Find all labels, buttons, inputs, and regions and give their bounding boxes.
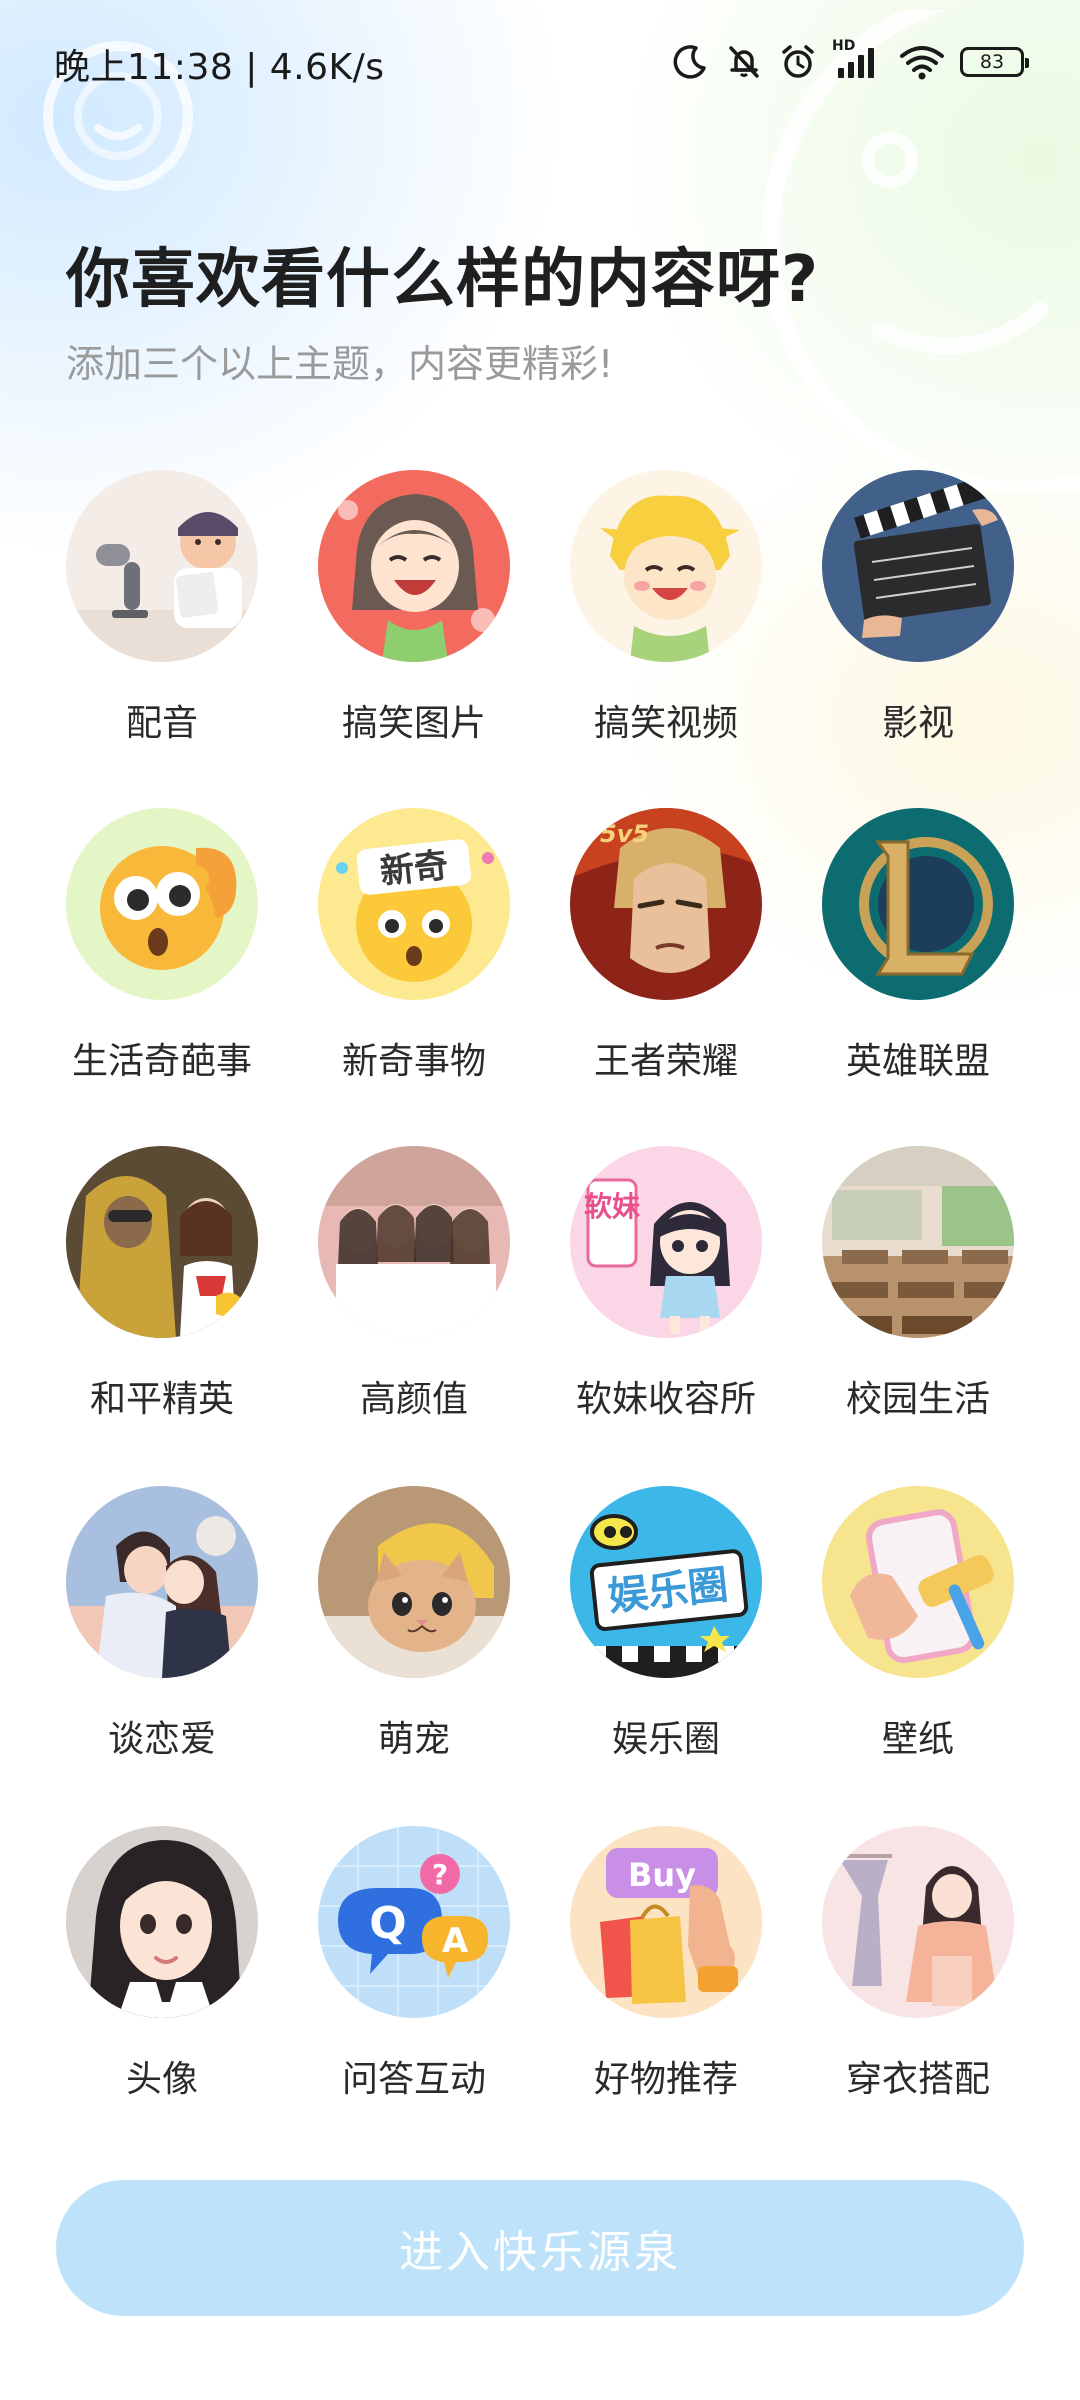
battery-icon: 83 (960, 47, 1029, 77)
topic-label: 萌宠 (377, 1719, 450, 1760)
topic-label: 英雄联盟 (845, 1041, 990, 1082)
honor-of-kings-icon: 5v5 (570, 808, 762, 1000)
wifi-icon (900, 46, 944, 80)
topic-item-recommendations[interactable]: Buy 好物推荐 (556, 1826, 776, 2126)
entertainment-icon: 娱乐圈 (570, 1486, 762, 1678)
topic-label: 和平精英 (89, 1379, 234, 1420)
topic-label: 壁纸 (881, 1719, 954, 1760)
kitten-icon (318, 1486, 510, 1678)
topic-item-dubbing[interactable]: 配音 (52, 470, 272, 770)
avatar-portrait-icon (66, 1826, 258, 2018)
couple-icon (66, 1486, 258, 1678)
topic-item-cute-girl[interactable]: 软妹 软妹收容所 (556, 1146, 776, 1446)
topic-item-entertainment[interactable]: 娱乐圈 娱乐圈 (556, 1486, 776, 1786)
qa-q-text: Q (369, 1898, 406, 1949)
topic-item-campus-life[interactable]: 校园生活 (808, 1146, 1028, 1446)
surprised-ear-emoji-icon (66, 808, 258, 1000)
outfit-icon (822, 1826, 1014, 2018)
cute-girl-icon: 软妹 (570, 1146, 762, 1338)
topic-item-league-of-legends[interactable]: 英雄联盟 (808, 808, 1028, 1108)
topic-label: 娱乐圈 (611, 1719, 720, 1760)
topic-item-qa[interactable]: Q ? A 问答互动 (304, 1826, 524, 2126)
topic-label: 校园生活 (845, 1379, 990, 1420)
dubbing-icon (66, 470, 258, 662)
topic-item-wallpaper[interactable]: 壁纸 (808, 1486, 1028, 1786)
topic-label: 配音 (125, 703, 198, 744)
enter-button[interactable]: 进入快乐源泉 (56, 2180, 1024, 2316)
alarm-clock-icon (782, 45, 814, 78)
topic-item-weird-life[interactable]: 生活奇葩事 (52, 808, 272, 1108)
page-title: 你喜欢看什么样的内容呀? (66, 243, 820, 317)
topic-label: 穿衣搭配 (845, 2059, 990, 2100)
topic-label: 谈恋爱 (107, 1719, 216, 1760)
qa-a-text: A (442, 1921, 469, 1961)
topic-item-novelty[interactable]: 新奇 新奇事物 (304, 808, 524, 1108)
status-icons: HD 83 (670, 38, 1029, 86)
classroom-icon (822, 1146, 1014, 1338)
phone-paint-icon (822, 1486, 1014, 1678)
do-not-disturb-moon-icon (673, 45, 706, 79)
header: 你喜欢看什么样的内容呀? 添加三个以上主题，内容更精彩! (66, 236, 819, 390)
bell-muted-icon (729, 46, 759, 78)
topic-item-funny-videos[interactable]: 搞笑视频 (556, 470, 776, 770)
clapperboard-icon (822, 470, 1014, 662)
peace-elite-icon (66, 1146, 258, 1338)
topic-item-cute-pets[interactable]: 萌宠 (304, 1486, 524, 1786)
topic-label: 王者荣耀 (593, 1041, 738, 1082)
kings-badge-text: 5v5 (600, 820, 649, 848)
topic-label: 好物推荐 (593, 2059, 738, 2100)
buy-badge-text: Buy (628, 1856, 696, 1894)
topic-item-honor-of-kings[interactable]: 5v5 王者荣耀 (556, 808, 776, 1108)
topic-item-avatar[interactable]: 头像 (52, 1826, 272, 2126)
cute-girl-badge-text: 软妹 (584, 1190, 640, 1223)
topic-item-funny-pictures[interactable]: 搞笑图片 (304, 470, 524, 770)
topic-item-outfits[interactable]: 穿衣搭配 (808, 1826, 1028, 2126)
funny-videos-icon (570, 470, 762, 662)
good-looks-icon (318, 1146, 510, 1338)
topic-label: 新奇事物 (341, 1041, 486, 1082)
topic-item-good-looks[interactable]: 高颜值 (304, 1146, 524, 1446)
topic-item-film[interactable]: 影视 (808, 470, 1028, 770)
novelty-emoji-icon: 新奇 (318, 808, 510, 1000)
shopping-bags-icon: Buy (570, 1826, 762, 2018)
novelty-badge-text: 新奇 (378, 846, 450, 893)
page-subtitle: 添加三个以上主题，内容更精彩! (66, 342, 614, 386)
topic-label: 生活奇葩事 (71, 1041, 252, 1082)
topic-label: 软妹收容所 (575, 1379, 756, 1420)
status-time: 晚上11:38 | 4.6K/s (54, 47, 385, 88)
topic-label: 影视 (881, 703, 954, 744)
topic-label: 头像 (125, 2059, 198, 2100)
qa-mark-text: ? (432, 1858, 448, 1891)
topic-label: 高颜值 (359, 1379, 468, 1420)
topic-label: 问答互动 (341, 2059, 486, 2100)
league-of-legends-icon (822, 808, 1014, 1000)
status-bar: 晚上11:38 | 4.6K/s HD 83 (0, 0, 1080, 128)
topic-item-peace-elite[interactable]: 和平精英 (52, 1146, 272, 1446)
cellular-signal-icon: HD (832, 38, 884, 82)
battery-level: 83 (979, 51, 1005, 73)
topic-label: 搞笑视频 (593, 703, 738, 744)
topic-item-dating[interactable]: 谈恋爱 (52, 1486, 272, 1786)
topic-label: 搞笑图片 (341, 703, 486, 744)
qa-bubble-icon: Q ? A (318, 1826, 510, 2018)
funny-pictures-icon (318, 470, 510, 662)
